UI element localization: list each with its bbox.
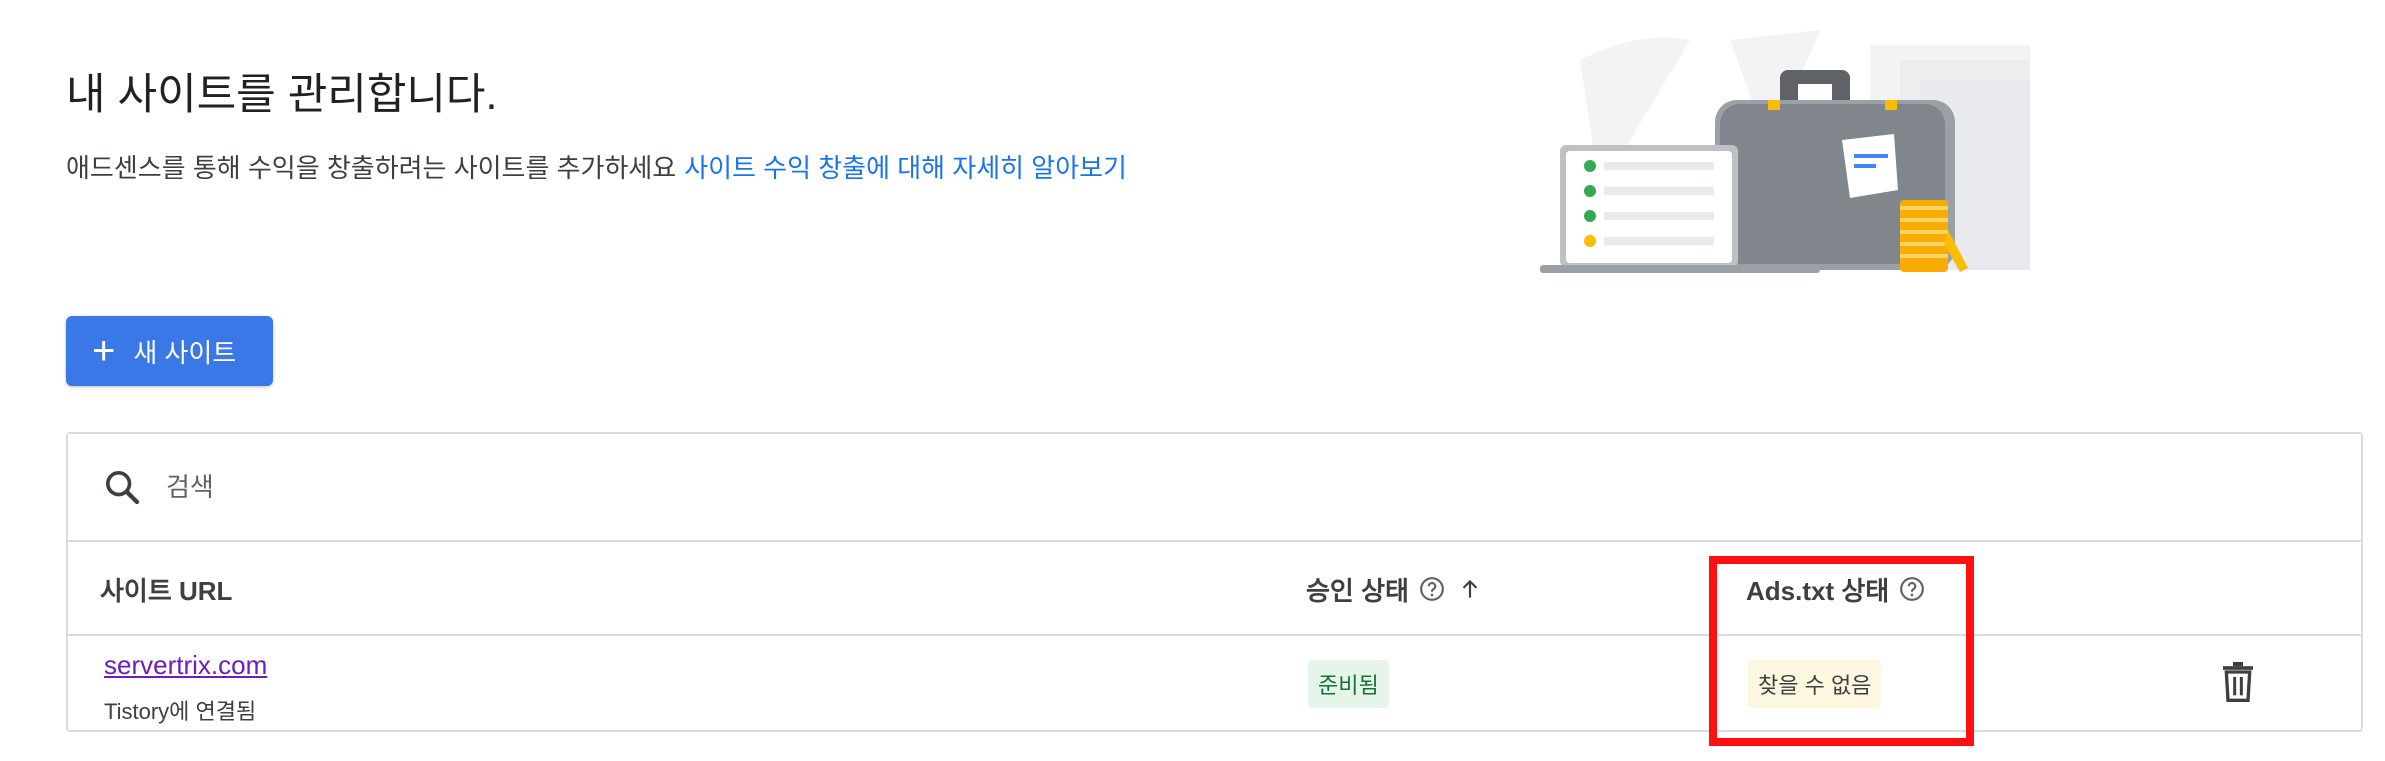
column-header-label: 승인 상태 <box>1306 575 1409 606</box>
search-icon <box>106 471 140 505</box>
site-url-link[interactable]: servertrix.com <box>104 650 267 681</box>
subtitle-text: 애드센스를 통해 수익을 창출하려는 사이트를 추가하세요 <box>66 153 677 183</box>
page-subtitle: 애드센스를 통해 수익을 창출하려는 사이트를 추가하세요 사이트 수익 창출에 … <box>66 148 1127 185</box>
sites-table: 사이트 URL 승인 상태 Ads.txt 상태 servertrix.com … <box>66 432 2363 732</box>
column-header-approval-status[interactable]: 승인 상태 <box>1306 542 1483 636</box>
search-bar <box>68 434 2361 542</box>
page-title: 내 사이트를 관리합니다. <box>66 71 498 119</box>
ads-txt-status-badge: 찾을 수 없음 <box>1748 660 1882 708</box>
column-header-site-url[interactable]: 사이트 URL <box>100 542 232 636</box>
trash-icon <box>2223 662 2253 702</box>
column-header-label: Ads.txt 상태 <box>1746 575 1890 606</box>
column-header-ads-txt-status[interactable]: Ads.txt 상태 <box>1746 542 1925 636</box>
arrow-up-icon[interactable] <box>1457 576 1483 602</box>
table-header: 사이트 URL 승인 상태 Ads.txt 상태 <box>68 542 2361 636</box>
delete-site-button[interactable] <box>2218 660 2258 704</box>
briefcase-illustration <box>1540 30 2030 273</box>
learn-more-link[interactable]: 사이트 수익 창출에 대해 자세히 알아보기 <box>684 153 1127 183</box>
plus-icon: + <box>92 329 116 373</box>
help-icon[interactable] <box>1419 576 1445 602</box>
new-site-label: 새 사이트 <box>133 337 237 368</box>
help-icon[interactable] <box>1899 576 1925 602</box>
table-row: servertrix.com Tistory에 연결됨 준비됨 찾을 수 없음 <box>68 636 2361 732</box>
approval-status-badge: 준비됨 <box>1308 660 1389 708</box>
site-connection-text: Tistory에 연결됨 <box>104 699 257 724</box>
search-input[interactable] <box>166 471 766 503</box>
new-site-button[interactable]: + 새 사이트 <box>66 316 273 386</box>
column-header-label: 사이트 URL <box>100 575 233 606</box>
